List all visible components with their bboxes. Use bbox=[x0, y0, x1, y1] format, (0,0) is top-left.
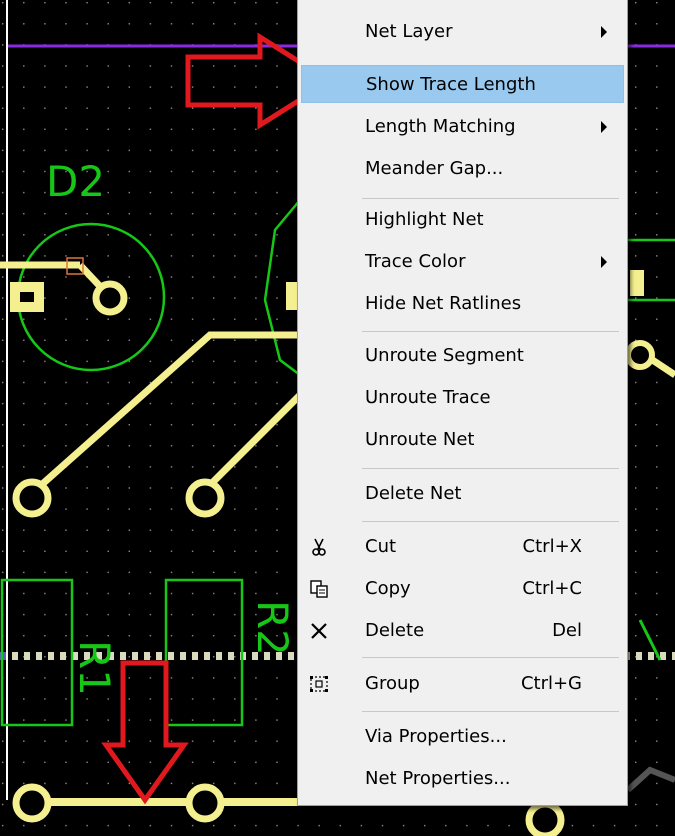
menu-separator bbox=[362, 521, 619, 522]
menu-item-unroute-segment[interactable]: Unroute Segment bbox=[301, 337, 624, 375]
menu-item-meander-gap[interactable]: Meander Gap... bbox=[301, 150, 624, 188]
group-icon bbox=[310, 676, 328, 692]
menu-separator bbox=[362, 331, 619, 332]
menu-separator bbox=[362, 711, 619, 712]
scissors-icon bbox=[312, 538, 326, 556]
menu-item-delete-net[interactable]: Delete Net bbox=[301, 475, 624, 513]
menu-item-highlight-net[interactable]: Highlight Net bbox=[301, 201, 624, 239]
submenu-arrow-icon bbox=[601, 256, 607, 268]
menu-item-length-matching[interactable]: Length Matching bbox=[301, 108, 624, 146]
menu-item-hide-net-ratlines[interactable]: Hide Net Ratlines bbox=[301, 285, 624, 323]
menu-item-net-properties[interactable]: Net Properties... bbox=[301, 760, 624, 798]
menu-separator bbox=[362, 468, 619, 469]
d2-round-pad bbox=[92, 280, 128, 316]
menu-item-unroute-trace[interactable]: Unroute Trace bbox=[301, 379, 624, 417]
menu-item-via-properties[interactable]: Via Properties... bbox=[301, 718, 624, 756]
menu-item-net-layer[interactable]: Net Layer bbox=[301, 13, 624, 51]
r1-label: R1 bbox=[70, 640, 119, 696]
via-2 bbox=[185, 478, 225, 518]
menu-separator bbox=[362, 198, 619, 199]
menu-item-copy[interactable]: Copy Ctrl+C bbox=[301, 570, 624, 608]
submenu-arrow-icon bbox=[601, 121, 607, 133]
d2-label: D2 bbox=[46, 157, 105, 206]
r2-label: R2 bbox=[248, 600, 297, 656]
menu-item-cut[interactable]: Cut Ctrl+X bbox=[301, 528, 624, 566]
menu-item-show-trace-length[interactable]: Show Trace Length bbox=[301, 65, 624, 103]
menu-item-trace-color[interactable]: Trace Color bbox=[301, 243, 624, 281]
context-menu: Net Layer Show Trace Length Length Match… bbox=[297, 0, 628, 806]
via-1 bbox=[12, 478, 52, 518]
copy-icon bbox=[310, 580, 328, 598]
menu-item-group[interactable]: Group Ctrl+G bbox=[301, 665, 624, 703]
submenu-arrow-icon bbox=[601, 26, 607, 38]
menu-item-unroute-net[interactable]: Unroute Net bbox=[301, 421, 624, 459]
delete-x-icon bbox=[311, 623, 327, 639]
menu-item-delete[interactable]: Delete Del bbox=[301, 612, 624, 650]
menu-separator bbox=[362, 657, 619, 658]
